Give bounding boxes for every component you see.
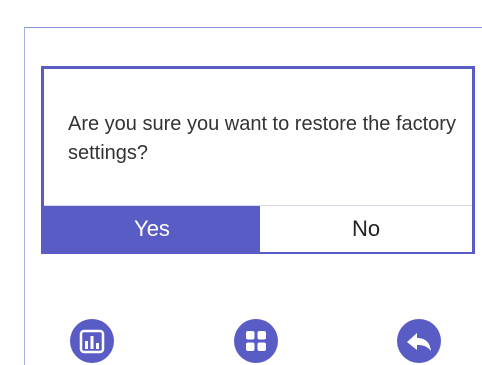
frame-top-border: [24, 27, 482, 28]
dialog-button-row: Yes No: [44, 205, 472, 252]
confirm-dialog: Are you sure you want to restore the fac…: [41, 66, 475, 254]
grid-icon[interactable]: [234, 319, 278, 363]
back-arrow-icon[interactable]: [397, 319, 441, 363]
no-button[interactable]: No: [260, 206, 472, 252]
dialog-message: Are you sure you want to restore the fac…: [68, 113, 456, 164]
screen: Are you sure you want to restore the fac…: [0, 0, 482, 365]
bar-chart-icon[interactable]: [70, 319, 114, 363]
yes-button[interactable]: Yes: [44, 206, 260, 252]
frame-left-border: [24, 27, 25, 365]
